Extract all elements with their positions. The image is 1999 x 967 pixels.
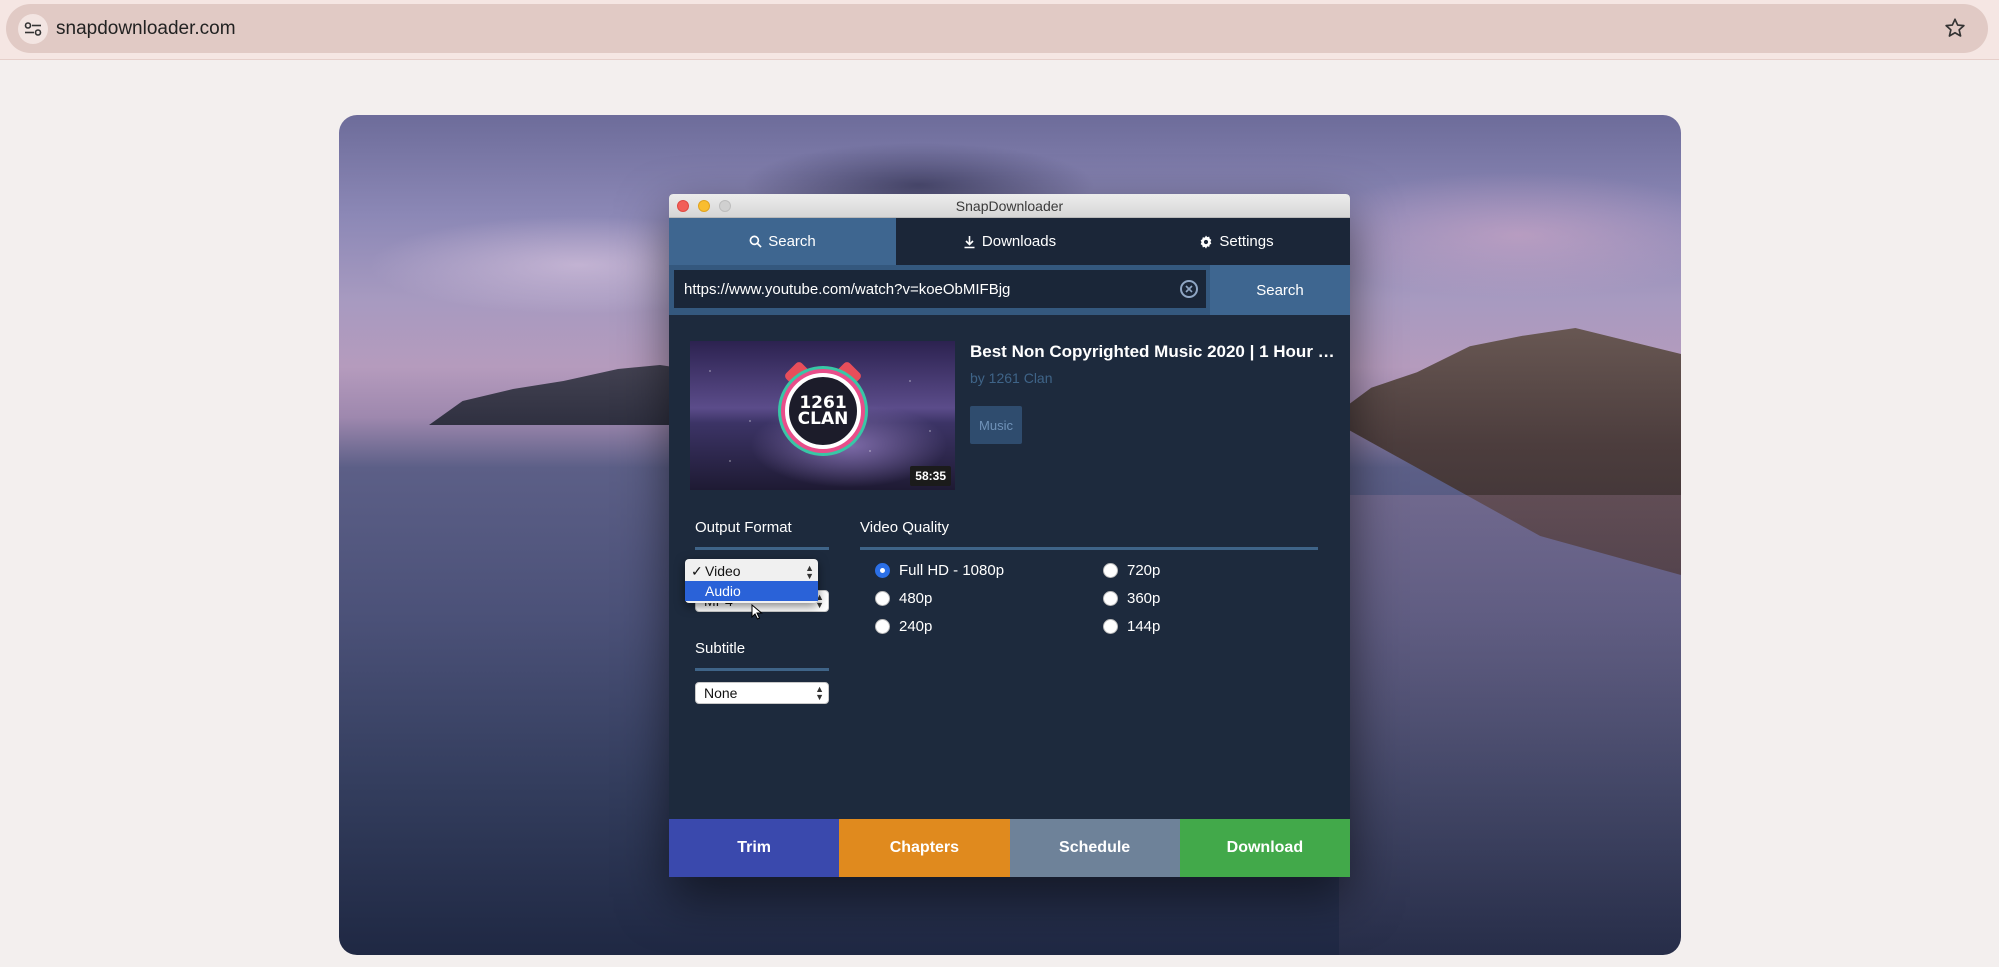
checkmark-icon: ✓	[691, 563, 703, 579]
subtitle-divider	[695, 668, 829, 671]
site-settings-icon[interactable]	[18, 14, 48, 44]
quality-option-480p[interactable]: 480p	[875, 590, 932, 607]
url-input-value[interactable]: https://www.youtube.com/watch?v=koeObMIF…	[684, 281, 1010, 298]
subtitle-select[interactable]: None ▲ ▼	[695, 682, 829, 704]
tab-settings-label: Settings	[1219, 233, 1274, 250]
mouse-cursor-icon	[751, 604, 763, 620]
gear-icon	[1201, 234, 1212, 249]
select-arrows-icon: ▲ ▼	[805, 563, 814, 581]
dropdown-option-audio-label: Audio	[705, 583, 741, 599]
radio-button[interactable]	[1103, 563, 1118, 578]
output-format-dropdown[interactable]: ✓ Video ▲ ▼ Audio	[685, 559, 818, 620]
quality-option-144p[interactable]: 144p	[1103, 618, 1160, 635]
window-titlebar[interactable]: SnapDownloader	[669, 194, 1350, 218]
subtitle-label: Subtitle	[695, 640, 746, 657]
video-duration: 58:35	[910, 466, 951, 486]
quality-option-label: 144p	[1127, 618, 1161, 635]
tab-search-label: Search	[768, 233, 816, 250]
radio-button[interactable]	[875, 563, 890, 578]
dropdown-option-video[interactable]: ✓ Video ▲ ▼	[685, 561, 818, 581]
video-quality-divider	[860, 547, 1318, 550]
tab-downloads[interactable]: Downloads	[896, 218, 1123, 265]
clear-input-icon[interactable]	[1180, 280, 1198, 298]
logo-text-line2: CLAN	[797, 409, 849, 429]
channel-logo: 1261 CLAN	[785, 373, 861, 449]
quality-option-label: 720p	[1127, 562, 1161, 579]
radio-button[interactable]	[1103, 619, 1118, 634]
quality-option-1080p[interactable]: Full HD - 1080p	[875, 562, 1004, 579]
desktop-wallpaper: SnapDownloader Search Downloads Settings…	[339, 115, 1681, 955]
address-bar-url[interactable]: snapdownloader.com	[56, 18, 236, 40]
quality-option-label: 480p	[899, 590, 933, 607]
quality-option-720p[interactable]: 720p	[1103, 562, 1160, 579]
tab-settings[interactable]: Settings	[1123, 218, 1350, 265]
category-tag: Music	[970, 406, 1022, 444]
wallpaper-water	[1339, 495, 1681, 955]
dropdown-option-audio[interactable]: Audio	[685, 581, 818, 620]
trim-button[interactable]: Trim	[669, 819, 840, 877]
video-title: Best Non Copyrighted Music 2020 | 1 Hour…	[970, 342, 1340, 361]
bookmark-star-icon[interactable]	[1940, 13, 1970, 43]
search-row: https://www.youtube.com/watch?v=koeObMIF…	[669, 265, 1350, 315]
search-button[interactable]: Search	[1210, 265, 1350, 315]
download-icon	[964, 235, 975, 248]
quality-option-240p[interactable]: 240p	[875, 618, 932, 635]
video-author[interactable]: by 1261 Clan	[970, 370, 1053, 386]
tab-downloads-label: Downloads	[981, 233, 1057, 250]
search-icon	[749, 235, 762, 248]
quality-option-360p[interactable]: 360p	[1103, 590, 1160, 607]
quality-option-label: 240p	[899, 618, 933, 635]
action-bar: Trim Chapters Schedule Download	[669, 819, 1350, 877]
address-bar[interactable]: snapdownloader.com	[6, 4, 1988, 53]
dropdown-option-video-label: Video	[705, 563, 741, 579]
tab-search[interactable]: Search	[669, 218, 896, 265]
app-window: SnapDownloader Search Downloads Settings…	[669, 194, 1350, 877]
browser-toolbar: snapdownloader.com	[0, 0, 1999, 60]
video-quality-label: Video Quality	[860, 519, 949, 536]
subtitle-value: None	[704, 685, 738, 701]
radio-button[interactable]	[875, 591, 890, 606]
radio-button[interactable]	[875, 619, 890, 634]
output-format-divider	[695, 547, 829, 550]
window-title: SnapDownloader	[955, 198, 1064, 214]
schedule-button[interactable]: Schedule	[1009, 819, 1180, 877]
radio-button[interactable]	[1103, 591, 1118, 606]
select-arrows-icon: ▲ ▼	[815, 684, 824, 702]
chapters-button[interactable]: Chapters	[839, 819, 1010, 877]
quality-option-label: 360p	[1127, 590, 1161, 607]
quality-option-label: Full HD - 1080p	[899, 562, 1005, 579]
video-thumbnail[interactable]: 1261 CLAN 58:35	[690, 341, 955, 490]
output-format-label: Output Format	[695, 519, 792, 536]
main-tabs: Search Downloads Settings	[669, 218, 1350, 265]
download-button[interactable]: Download	[1179, 819, 1350, 877]
url-input[interactable]: https://www.youtube.com/watch?v=koeObMIF…	[674, 270, 1206, 308]
